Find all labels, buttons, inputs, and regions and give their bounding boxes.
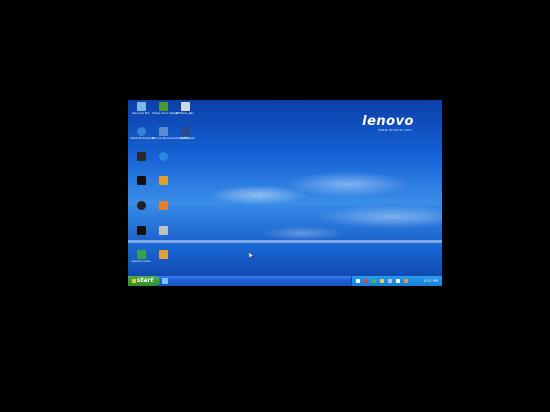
tray-security-icon[interactable]	[364, 279, 368, 283]
desktop-icon-media-player[interactable]	[130, 152, 152, 161]
desktop-icon-app-a[interactable]	[152, 176, 174, 185]
shortcut-icon	[136, 226, 146, 235]
desktop-icon-share-ideas[interactable]: Share Your Ideas	[152, 102, 178, 116]
tray-wireless-icon[interactable]	[396, 279, 400, 283]
program-icon	[158, 226, 168, 235]
desktop-icon-folder-app[interactable]	[152, 201, 174, 210]
wallpaper-brand: lenovo	[362, 114, 414, 129]
desktop-screen[interactable]: lenovo www.lenovo.com Recycle Bin Share …	[128, 100, 442, 286]
desktop-icon-label: Share Your Ideas	[152, 111, 178, 115]
tray-battery-icon[interactable]	[380, 279, 384, 283]
start-button[interactable]: start	[128, 276, 160, 286]
tray-update-icon[interactable]	[404, 279, 408, 283]
desktop-icon-lenovo-care[interactable]: Lenovo Care	[130, 250, 152, 264]
tray-network-icon[interactable]	[356, 279, 360, 283]
desktop-icon-camera[interactable]	[130, 201, 152, 210]
tray-volume-icon[interactable]	[388, 279, 392, 283]
desktop-icon-label: Lenovo Care	[131, 259, 151, 263]
skype-icon	[158, 152, 168, 161]
taskbar-clock[interactable]: 4:17 PM	[424, 277, 438, 285]
desktop-icon-game[interactable]	[130, 176, 152, 185]
desktop-icon-net-file[interactable]: NETune_Rec	[174, 102, 196, 116]
wallpaper-clouds	[168, 140, 442, 250]
net-file-icon	[180, 102, 190, 111]
recycle-bin-icon	[136, 102, 146, 111]
share-your-ideas-icon	[158, 102, 168, 111]
desktop-icon-label: Netflix	[180, 136, 190, 140]
camera-icon	[136, 201, 146, 210]
desktop-icon-label: Bonus Sponsorship Software	[152, 136, 195, 140]
desktop-icon-label: Internet Explorer	[130, 136, 156, 140]
desktop-icon-bonus-software[interactable]: Bonus Sponsorship Software	[152, 127, 195, 141]
start-label: start	[137, 277, 154, 284]
netflix-icon	[180, 127, 190, 136]
desktop-icon-skype[interactable]	[152, 152, 174, 161]
tray-app-icon[interactable]	[372, 279, 376, 283]
media-player-icon	[136, 152, 146, 161]
desktop-icon-app-b[interactable]	[152, 250, 174, 259]
desktop-icon-label: NETune_Rec	[175, 111, 195, 115]
wallpaper-tagline: www.lenovo.com	[378, 128, 412, 132]
desktop-icon-internet-explorer[interactable]: Internet Explorer	[130, 127, 156, 141]
mouse-cursor-icon	[248, 244, 254, 263]
desktop-icon-recycle-bin[interactable]: Recycle Bin	[130, 102, 152, 116]
desktop-icon-shortcut[interactable]	[130, 226, 152, 235]
quick-launch-icon[interactable]	[162, 278, 168, 284]
lenovo-care-icon	[136, 250, 146, 259]
app-icon-a	[158, 176, 168, 185]
game-icon	[136, 176, 146, 185]
windows-flag-icon	[132, 278, 136, 283]
system-tray: 4:17 PM	[351, 276, 442, 286]
desktop-icon-netflix[interactable]: Netflix	[174, 127, 196, 141]
desktop-icon-label: Recycle Bin	[132, 111, 150, 115]
folder-app-icon	[158, 201, 168, 210]
internet-explorer-icon	[136, 127, 146, 136]
taskbar: start 4:17 PM	[128, 276, 442, 286]
desktop-icon-program[interactable]	[152, 226, 174, 235]
bonus-software-icon	[158, 127, 168, 136]
wallpaper-sea	[128, 243, 442, 276]
app-icon-b	[158, 250, 168, 259]
